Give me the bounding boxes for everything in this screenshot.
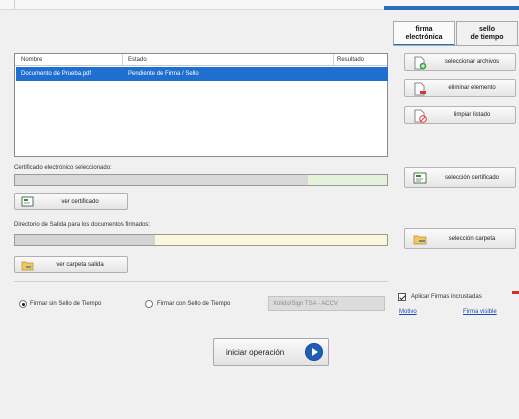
reason-link[interactable]: Motivo xyxy=(399,309,417,315)
add-file-icon xyxy=(414,56,427,70)
tsa-dropdown[interactable]: Xolido/Sign TSA - ACCV xyxy=(268,296,385,311)
start-operation-label: iniciar operación xyxy=(226,348,285,357)
tab-label-line2: de tiempo xyxy=(470,34,504,41)
header-accent-strip xyxy=(384,6,519,10)
certificate-view-icon xyxy=(21,196,34,207)
radio-sign-with-timestamp[interactable] xyxy=(145,300,153,308)
column-divider[interactable] xyxy=(333,54,334,66)
row-estado: Pendiente de Firma / Sello xyxy=(128,71,199,77)
view-certificate-button[interactable]: ver certificado xyxy=(14,193,128,210)
tab-sello-de-tiempo[interactable]: sello de tiempo xyxy=(456,21,518,46)
output-dir-field-fill xyxy=(155,235,387,245)
embed-signatures-label[interactable]: Aplicar Firmas incrustadas xyxy=(411,294,482,300)
folder-view-icon xyxy=(21,261,34,271)
column-divider[interactable] xyxy=(122,54,123,66)
start-operation-button[interactable]: iniciar operación xyxy=(213,338,329,366)
clear-list-button[interactable]: limpiar listado xyxy=(404,106,516,124)
output-dir-field-shade xyxy=(15,235,155,245)
add-files-button[interactable]: seleccionar archivos xyxy=(404,53,516,71)
folder-icon xyxy=(413,235,427,245)
view-output-folder-button[interactable]: ver carpeta salida xyxy=(14,256,128,273)
remove-file-icon xyxy=(414,82,426,96)
mode-tabs: firma electrónica sello de tiempo xyxy=(393,21,519,46)
clear-list-label: limpiar listado xyxy=(453,112,491,118)
tab-label-line2: electrónica xyxy=(405,34,443,41)
view-output-folder-label: ver carpeta salida xyxy=(56,262,104,268)
tab-label-line1: sello xyxy=(479,26,495,33)
document-list[interactable]: Nombre Estado Resultado Documento de Pru… xyxy=(14,53,388,157)
tab-label-line1: firma xyxy=(415,26,433,33)
remove-item-button[interactable]: eliminar elemento xyxy=(404,79,516,97)
radio-sign-with-timestamp-label[interactable]: Firmar con Sello de Tiempo xyxy=(157,301,230,307)
select-folder-label: selección carpeta xyxy=(448,236,496,242)
truncated-red-icon xyxy=(512,291,519,294)
clear-list-icon xyxy=(414,109,427,123)
list-header: Nombre Estado Resultado xyxy=(15,54,387,66)
certificate-field xyxy=(14,174,388,186)
select-folder-button[interactable]: selección carpeta xyxy=(404,228,516,249)
certificate-field-shade xyxy=(15,175,308,185)
certificate-icon xyxy=(413,172,427,184)
column-header-resultado[interactable]: Resultado xyxy=(337,57,364,63)
row-nombre: Documento de Prueba.pdf xyxy=(21,71,92,77)
visible-signature-link[interactable]: Firma visible xyxy=(463,309,497,315)
section-divider xyxy=(14,281,388,282)
tab-underline xyxy=(393,45,519,46)
radio-sign-without-timestamp-label[interactable]: Firmar sin Sello de Tiempo xyxy=(30,301,101,307)
select-certificate-button[interactable]: selección certificado xyxy=(404,167,516,188)
output-dir-field xyxy=(14,234,388,246)
list-row[interactable]: Documento de Prueba.pdf Pendiente de Fir… xyxy=(16,67,388,81)
select-certificate-label: selección certificado xyxy=(444,175,500,181)
embed-signatures-checkbox[interactable] xyxy=(398,293,406,301)
add-files-label: seleccionar archivos xyxy=(444,59,500,65)
column-header-nombre[interactable]: Nombre xyxy=(21,57,42,63)
view-certificate-label: ver certificado xyxy=(61,199,99,205)
window-top-bar xyxy=(0,0,519,10)
certificate-field-fill xyxy=(308,175,387,185)
play-arrow-icon xyxy=(305,343,323,361)
remove-item-label: eliminar elemento xyxy=(448,85,496,91)
certificate-label: Certificado electrónico seleccionado: xyxy=(14,165,112,171)
output-dir-label: Directorio de Salida para los documentos… xyxy=(14,222,151,228)
column-header-estado[interactable]: Estado xyxy=(128,57,147,63)
top-bar-separator xyxy=(14,0,15,10)
tab-firma-electronica[interactable]: firma electrónica xyxy=(393,21,455,46)
radio-sign-without-timestamp[interactable] xyxy=(19,300,27,308)
